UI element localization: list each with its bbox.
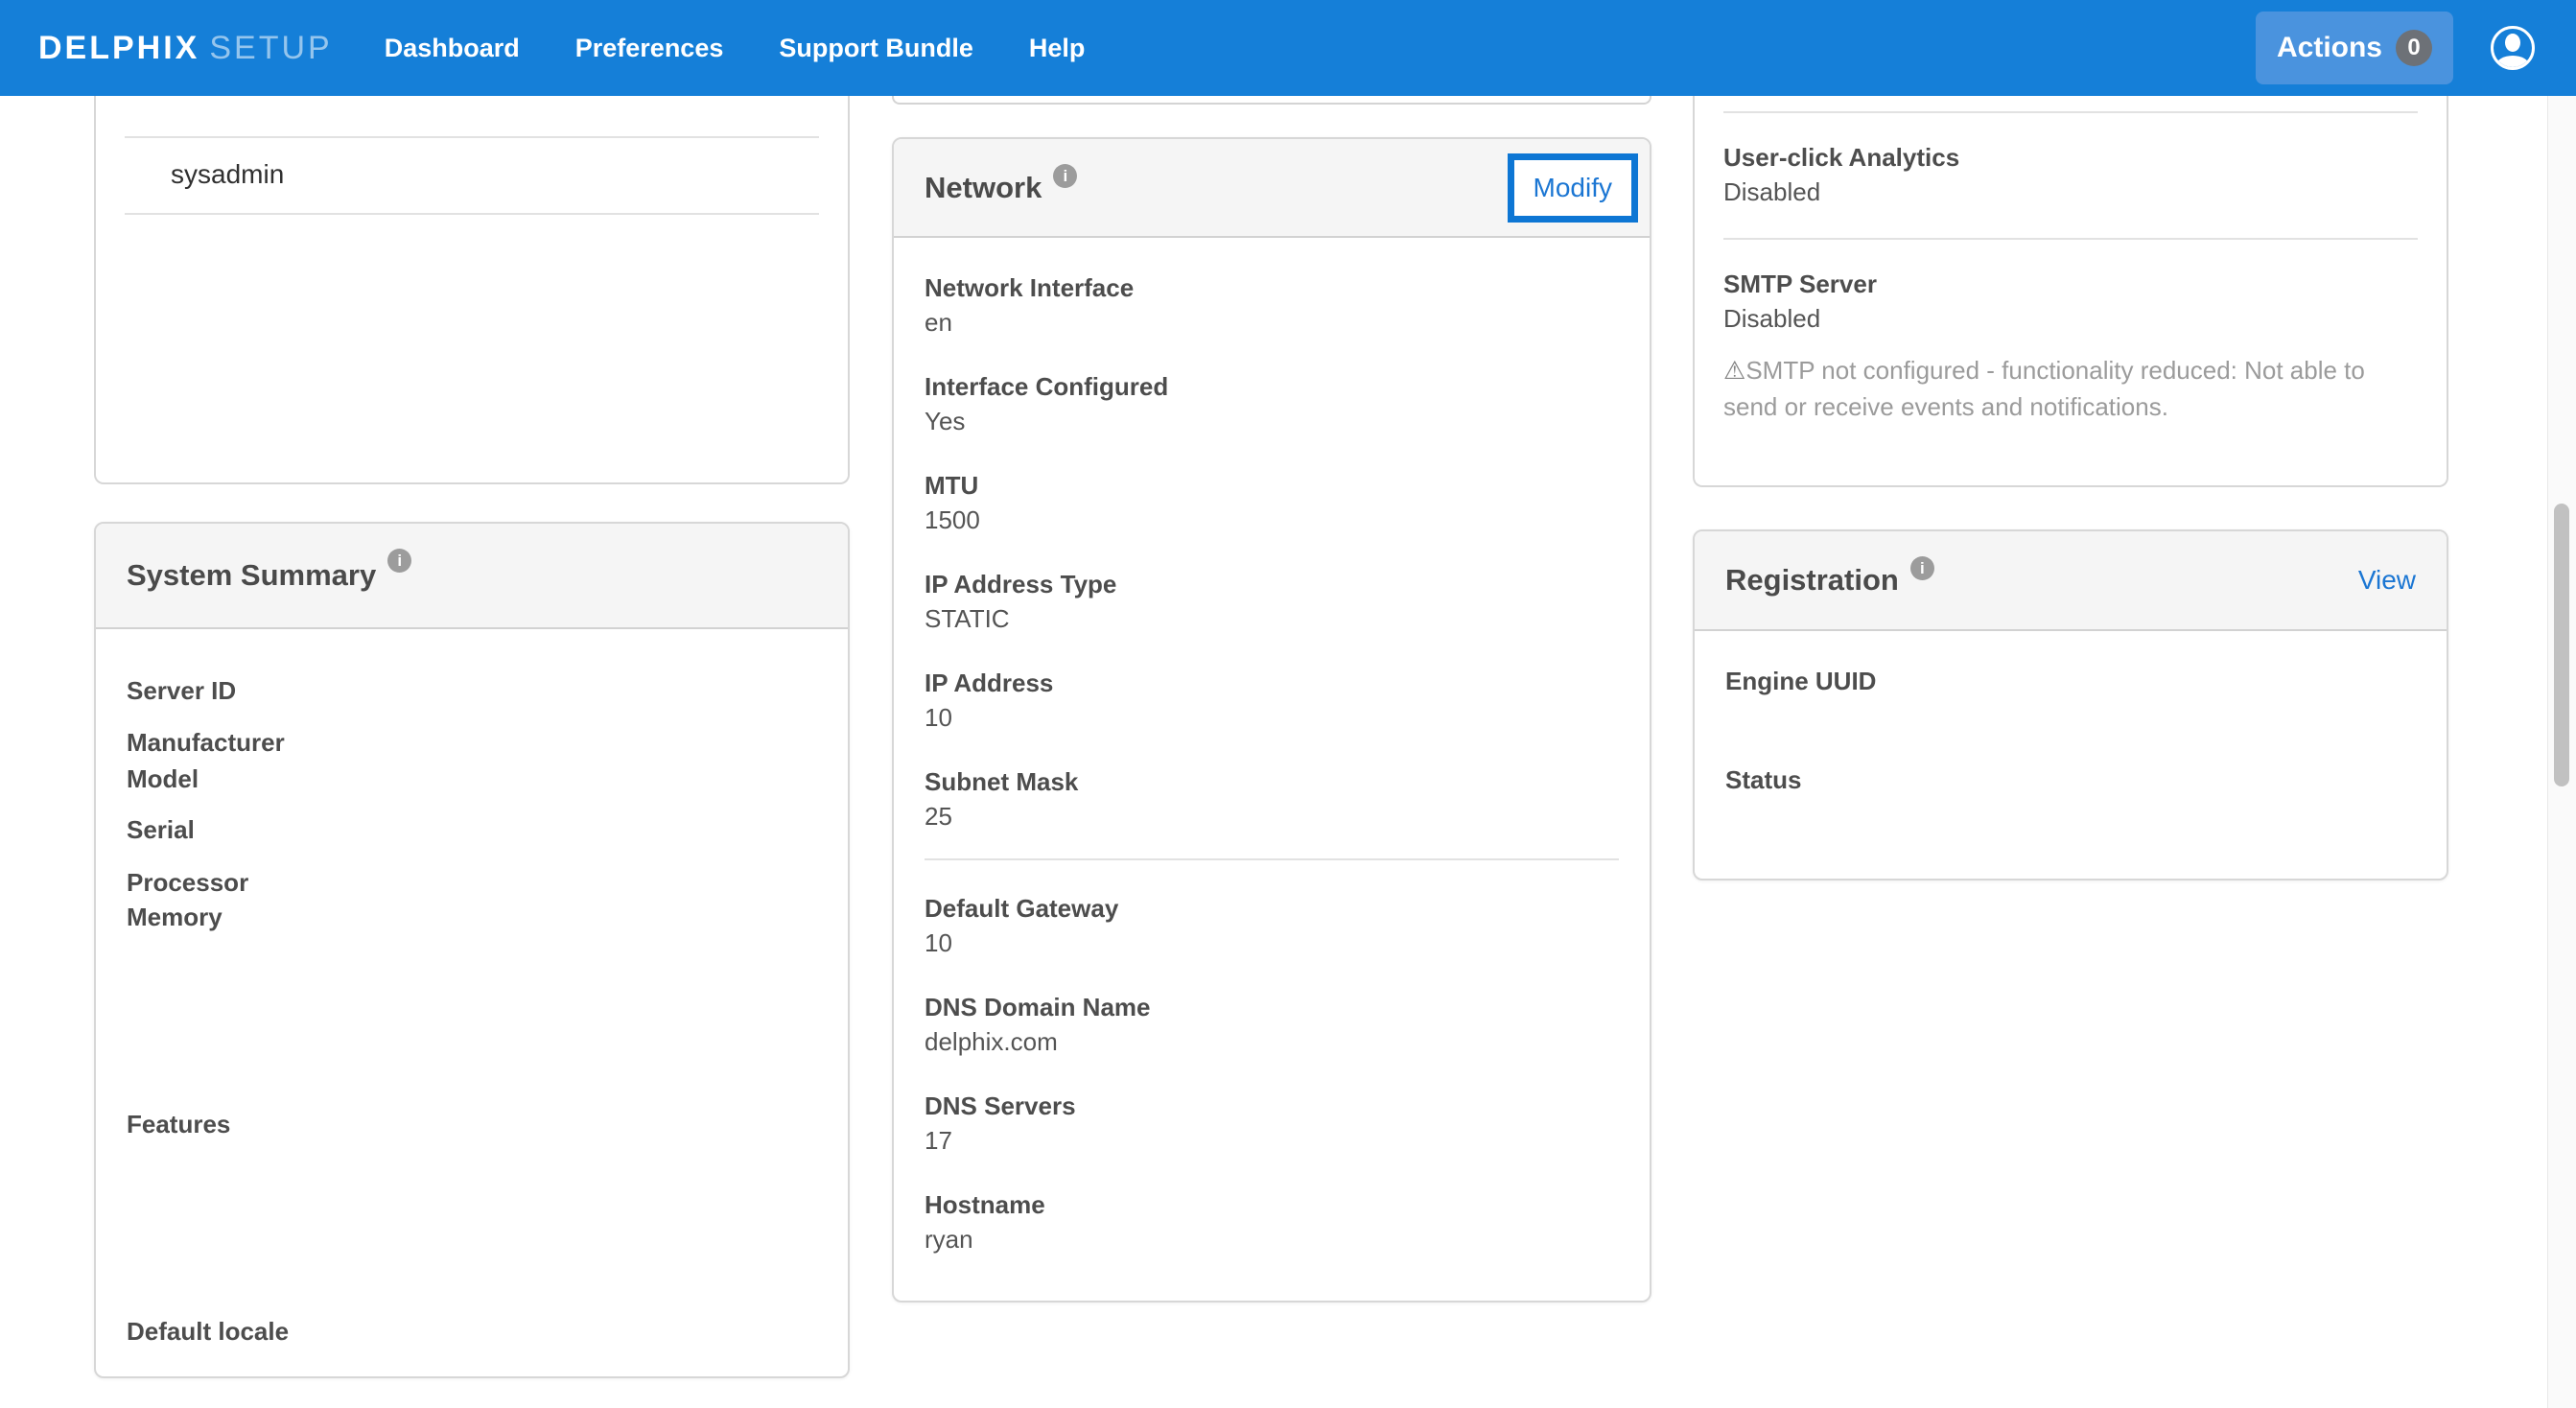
user-avatar-icon xyxy=(2491,26,2535,70)
field-value: ryan xyxy=(925,1222,1619,1256)
smtp-warning-text: SMTP not configured - functionality redu… xyxy=(1723,356,2365,421)
field-value: Yes xyxy=(925,404,1619,438)
field-value: 10 xyxy=(925,700,1619,735)
info-icon[interactable] xyxy=(1910,556,1934,580)
field-label: SMTP Server xyxy=(1723,267,2418,301)
warning-icon xyxy=(1723,356,1745,385)
network-card: Network Modify Network Interface en Inte… xyxy=(892,137,1651,1302)
summary-label-default-locale: Default locale xyxy=(127,1314,817,1349)
field-label: DNS Servers xyxy=(925,1089,1619,1123)
view-link[interactable]: View xyxy=(2358,565,2416,596)
field-value: 17 xyxy=(925,1123,1619,1158)
nav-item-preferences[interactable]: Preferences xyxy=(575,34,724,63)
status-card: User-click Analytics Disabled SMTP Serve… xyxy=(1693,96,2448,487)
status-field: SMTP Server Disabled xyxy=(1723,267,2418,336)
field-value: delphix.com xyxy=(925,1024,1619,1059)
field-value: 1500 xyxy=(925,503,1619,537)
summary-label-server-id: Server ID xyxy=(127,673,817,708)
nav-item-support-bundle[interactable]: Support Bundle xyxy=(779,34,972,63)
info-icon[interactable] xyxy=(387,549,411,573)
status-field: User-click Analytics Disabled xyxy=(1723,140,2418,209)
network-field: Hostname ryan xyxy=(925,1187,1619,1256)
page-scrollbar-track[interactable] xyxy=(2547,96,2576,1408)
smtp-warning-note: SMTP not configured - functionality redu… xyxy=(1723,352,2418,425)
summary-label-model: Model xyxy=(127,762,817,796)
registration-label-status: Status xyxy=(1725,763,2416,797)
divider xyxy=(1723,238,2418,240)
setup-dashboard-page: DELPHIX SETUP Dashboard Preferences Supp… xyxy=(0,0,2576,1408)
divider xyxy=(1723,111,2418,113)
field-label: Interface Configured xyxy=(925,369,1619,404)
field-value: Disabled xyxy=(1723,175,2418,209)
network-field: DNS Domain Name delphix.com xyxy=(925,990,1619,1059)
users-card: sysadmin xyxy=(94,96,850,484)
registration-header: Registration View xyxy=(1695,531,2447,631)
network-field: IP Address 10 xyxy=(925,666,1619,735)
registration-card: Registration View Engine UUID Status xyxy=(1693,529,2448,880)
field-label: Hostname xyxy=(925,1187,1619,1222)
field-label: IP Address xyxy=(925,666,1619,700)
modify-button[interactable]: Modify xyxy=(1508,153,1638,223)
top-navbar: DELPHIX SETUP Dashboard Preferences Supp… xyxy=(0,0,2576,96)
network-title: Network xyxy=(925,171,1042,205)
network-field: Default Gateway 10 xyxy=(925,891,1619,960)
system-summary-body: Server ID Manufacturer Model Serial Proc… xyxy=(96,673,848,1349)
page-scrollbar-thumb[interactable] xyxy=(2554,504,2569,786)
summary-label-memory: Memory xyxy=(127,900,817,934)
field-value: Disabled xyxy=(1723,301,2418,336)
network-header: Network Modify xyxy=(894,139,1650,238)
summary-label-features: Features xyxy=(127,1107,817,1141)
actions-button-label: Actions xyxy=(2277,32,2382,64)
network-field: Subnet Mask 25 xyxy=(925,764,1619,833)
summary-label-serial: Serial xyxy=(127,812,817,847)
network-field: IP Address Type STATIC xyxy=(925,567,1619,636)
field-label: Subnet Mask xyxy=(925,764,1619,799)
registration-title: Registration xyxy=(1725,563,1899,598)
network-field: DNS Servers 17 xyxy=(925,1089,1619,1158)
network-field: Interface Configured Yes xyxy=(925,369,1619,438)
nav-links: Dashboard Preferences Support Bundle Hel… xyxy=(385,34,1141,63)
status-card-body: SMTP Server Disabled SMTP not configured… xyxy=(1695,267,2447,425)
field-value: 10 xyxy=(925,926,1619,960)
status-card-body: User-click Analytics Disabled xyxy=(1695,140,2447,209)
network-field: Network Interface en xyxy=(925,270,1619,340)
field-label: IP Address Type xyxy=(925,567,1619,601)
user-row-sysadmin[interactable]: sysadmin xyxy=(96,158,848,191)
brand-secondary: SETUP xyxy=(209,30,332,67)
info-icon[interactable] xyxy=(1053,164,1077,188)
summary-label-processor: Processor xyxy=(127,865,817,900)
system-summary-title: System Summary xyxy=(127,558,376,593)
network-field: MTU 1500 xyxy=(925,468,1619,537)
nav-item-dashboard[interactable]: Dashboard xyxy=(385,34,520,63)
delphix-setup-logo: DELPHIX SETUP xyxy=(38,30,333,67)
modify-button-label: Modify xyxy=(1534,173,1612,202)
summary-label-manufacturer: Manufacturer xyxy=(127,725,817,760)
divider xyxy=(925,858,1619,860)
field-value: 25 xyxy=(925,799,1619,833)
field-label: Network Interface xyxy=(925,270,1619,305)
system-summary-card: System Summary Server ID Manufacturer Mo… xyxy=(94,522,850,1378)
divider xyxy=(125,213,819,215)
actions-count-badge: 0 xyxy=(2396,30,2432,66)
divider xyxy=(125,136,819,138)
registration-label-engine-uuid: Engine UUID xyxy=(1725,664,2416,698)
field-label: Default Gateway xyxy=(925,891,1619,926)
field-label: MTU xyxy=(925,468,1619,503)
system-summary-header: System Summary xyxy=(96,524,848,629)
brand-primary: DELPHIX xyxy=(38,30,199,67)
field-value: en xyxy=(925,305,1619,340)
user-menu-button[interactable] xyxy=(2491,26,2535,70)
field-label: User-click Analytics xyxy=(1723,140,2418,175)
network-body-gateway-section: Default Gateway 10 DNS Domain Name delph… xyxy=(894,891,1650,1256)
card-fragment-above xyxy=(892,96,1651,105)
field-label: DNS Domain Name xyxy=(925,990,1619,1024)
actions-button[interactable]: Actions 0 xyxy=(2256,12,2453,84)
field-value: STATIC xyxy=(925,601,1619,636)
registration-body: Engine UUID Status xyxy=(1695,664,2447,797)
network-body: Network Interface en Interface Configure… xyxy=(894,270,1650,860)
nav-item-help[interactable]: Help xyxy=(1029,34,1086,63)
